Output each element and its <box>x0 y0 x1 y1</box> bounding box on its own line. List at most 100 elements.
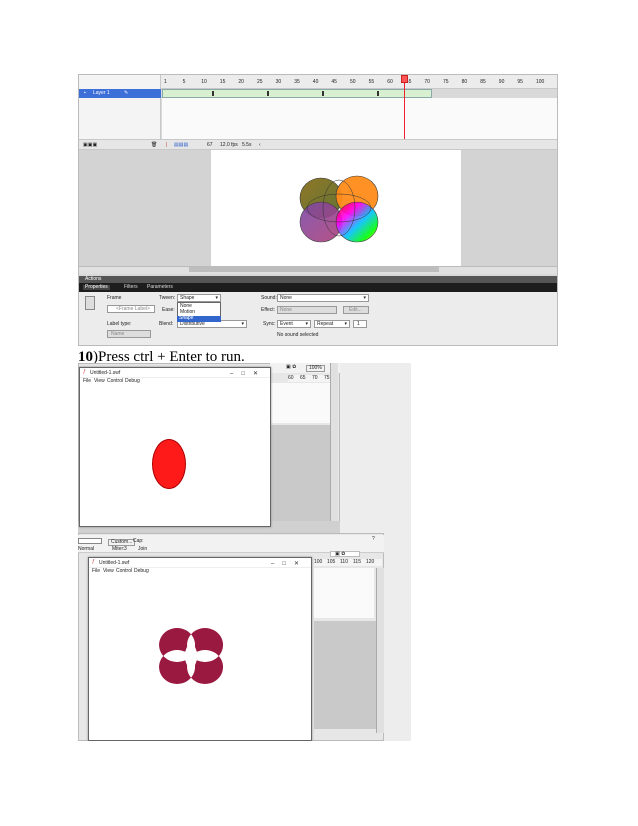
edit-button[interactable]: Edit... <box>343 306 369 314</box>
chevron-down-icon: ▾ <box>215 295 218 301</box>
current-frame: 67 <box>207 142 213 148</box>
toolbar-fragment: ▣ ✿ <box>330 551 360 557</box>
frame-ruler: 1 5 10 15 20 25 30 35 40 45 50 55 60 65 70 75 80 85 90 95 10… <box>164 79 557 87</box>
ruler-tick: 60 <box>387 79 393 85</box>
tween-shape-artwork <box>299 175 379 243</box>
miter-label: Miter: <box>112 546 125 552</box>
line-style-select[interactable] <box>78 538 102 544</box>
layer-panel <box>79 75 161 139</box>
menu-control[interactable]: Control <box>107 379 123 384</box>
window-title: Untitled-1.swf <box>99 560 130 566</box>
add-layer-icon[interactable]: ▣▣▣ <box>83 143 97 148</box>
chevron-down-icon: ▾ <box>241 321 244 327</box>
vertical-scrollbar[interactable] <box>376 568 384 733</box>
sound-select[interactable]: None ▾ <box>277 294 369 302</box>
scroll-left-icon[interactable]: ‹ <box>259 143 261 148</box>
ruler-tick: 100 <box>536 79 545 85</box>
swf-player-window-2: ƒ Untitled-1.swf –□✕ File View Control D… <box>88 557 312 741</box>
timeline-empty <box>162 98 557 139</box>
ruler-tick: 90 <box>498 79 505 85</box>
flash-icon: ƒ <box>83 369 86 375</box>
tween-span[interactable] <box>162 89 432 98</box>
trash-icon[interactable]: 🗑 <box>151 143 157 148</box>
tween-select[interactable]: Shape ▾ <box>177 294 221 302</box>
menu-control[interactable]: Control <box>116 569 132 574</box>
center-frame-icon[interactable]: | <box>166 143 167 148</box>
menu-debug[interactable]: Debug <box>134 569 149 574</box>
ruler-tick: 100 <box>314 559 323 565</box>
chevron-down-icon: ▾ <box>344 321 347 327</box>
keyframe-marker <box>322 91 324 96</box>
edit-scene-icon[interactable]: ▣ ✿ <box>286 365 296 370</box>
actions-label: Actions <box>85 276 102 282</box>
layer-row-layer-1[interactable]: Layer 1 ▪ ✎ <box>79 89 161 98</box>
menu-view[interactable]: View <box>94 379 105 384</box>
timeline-footer: ▣▣▣ 🗑 | ▤▤▤ 67 12.0 fps 5.5s ‹ <box>79 139 557 150</box>
chevron-down-icon: ▾ <box>363 295 366 301</box>
menu-bar: File View Control Debug <box>80 378 270 386</box>
actions-panel-bar[interactable]: Actions <box>79 276 557 283</box>
sound-label: Sound: <box>261 295 277 301</box>
ruler-tick: 30 <box>275 79 282 85</box>
tab-properties[interactable]: Properties <box>83 285 110 290</box>
stage[interactable] <box>211 150 461 266</box>
frame-label-input[interactable]: <Frame Label> <box>107 305 155 313</box>
ruler-tick: 110 <box>340 559 348 565</box>
edit-scene-icon[interactable]: ▣ ✿ <box>335 552 345 557</box>
ruler-tick: 5 <box>182 79 186 85</box>
sync-select[interactable]: Event ▾ <box>277 320 311 328</box>
zoom-select[interactable]: 100% <box>306 365 325 372</box>
frame-label: Frame <box>107 295 122 301</box>
menu-file[interactable]: File <box>92 569 100 574</box>
tab-parameters[interactable]: Parameters <box>147 285 173 290</box>
tween-option-shape[interactable]: Shape <box>177 316 221 322</box>
ruler-tick: 115 <box>353 559 361 565</box>
onion-skin-icon[interactable]: ▤▤▤ <box>174 143 188 148</box>
stroke-hinting: Normal <box>78 546 95 552</box>
window-controls[interactable]: –□✕ <box>230 370 266 377</box>
menu-file[interactable]: File <box>83 379 91 384</box>
menu-debug[interactable]: Debug <box>125 379 140 384</box>
label-type-select[interactable]: Name <box>107 330 151 338</box>
workspace-fragment <box>314 621 376 729</box>
keyframe-marker <box>267 91 269 96</box>
window-titlebar[interactable]: ƒ Untitled-1.swf –□✕ <box>89 558 311 568</box>
ruler-tick: 85 <box>480 79 486 85</box>
menu-bar: File View Control Debug <box>89 568 311 576</box>
effect-select[interactable]: None <box>277 306 337 314</box>
properties-panel: Frame <Frame Label> Label type: Name Twe… <box>79 292 557 345</box>
run-output-screenshot: ▣ ✿ 100% 60 65 70 75 ƒ Untitled-1.swf –□✕ F… <box>78 363 411 741</box>
ruler-tick: 50 <box>350 79 356 85</box>
keyframe-marker <box>212 91 214 96</box>
window-titlebar[interactable]: ƒ Untitled-1.swf –□✕ <box>80 368 270 378</box>
ruler-tick: 60 <box>288 375 294 381</box>
layer-name: Layer 1 <box>93 90 110 96</box>
playhead[interactable] <box>404 75 405 139</box>
ruler-tick: 120 <box>366 559 375 565</box>
ruler-tick: 25 <box>257 79 263 85</box>
tween-label: Tween: <box>159 295 176 301</box>
tab-filters[interactable]: Filters <box>124 285 138 290</box>
ruler-tick: 65 <box>300 375 306 381</box>
menu-view[interactable]: View <box>103 569 114 574</box>
window-controls[interactable]: –□✕ <box>271 560 307 567</box>
vertical-scrollbar[interactable] <box>330 363 338 535</box>
repeat-count-input[interactable]: 1 <box>353 320 367 328</box>
cap-label: Cap: <box>133 538 144 544</box>
label-type-label: Label type: <box>107 321 132 327</box>
ruler-tick: 1 <box>164 79 167 85</box>
help-icon[interactable]: ? <box>372 537 375 542</box>
custom-button[interactable]: Custom... <box>108 539 136 546</box>
flash-icon: ƒ <box>92 559 95 565</box>
timeline-fragment <box>314 568 374 618</box>
miter-value: 3 <box>124 546 127 552</box>
playhead-handle[interactable] <box>401 75 408 83</box>
join-label: Join <box>138 546 148 552</box>
ruler-tick: 75 <box>443 79 449 85</box>
repeat-select[interactable]: Repeat ▾ <box>314 320 350 328</box>
swf-player-window: ƒ Untitled-1.swf –□✕ File View Control D… <box>79 367 271 527</box>
ruler-tick: 55 <box>368 79 375 85</box>
frame-icon <box>85 296 95 310</box>
panel-tabs: Properties Filters Parameters <box>79 283 557 292</box>
scrollbar-thumb[interactable] <box>189 267 439 272</box>
